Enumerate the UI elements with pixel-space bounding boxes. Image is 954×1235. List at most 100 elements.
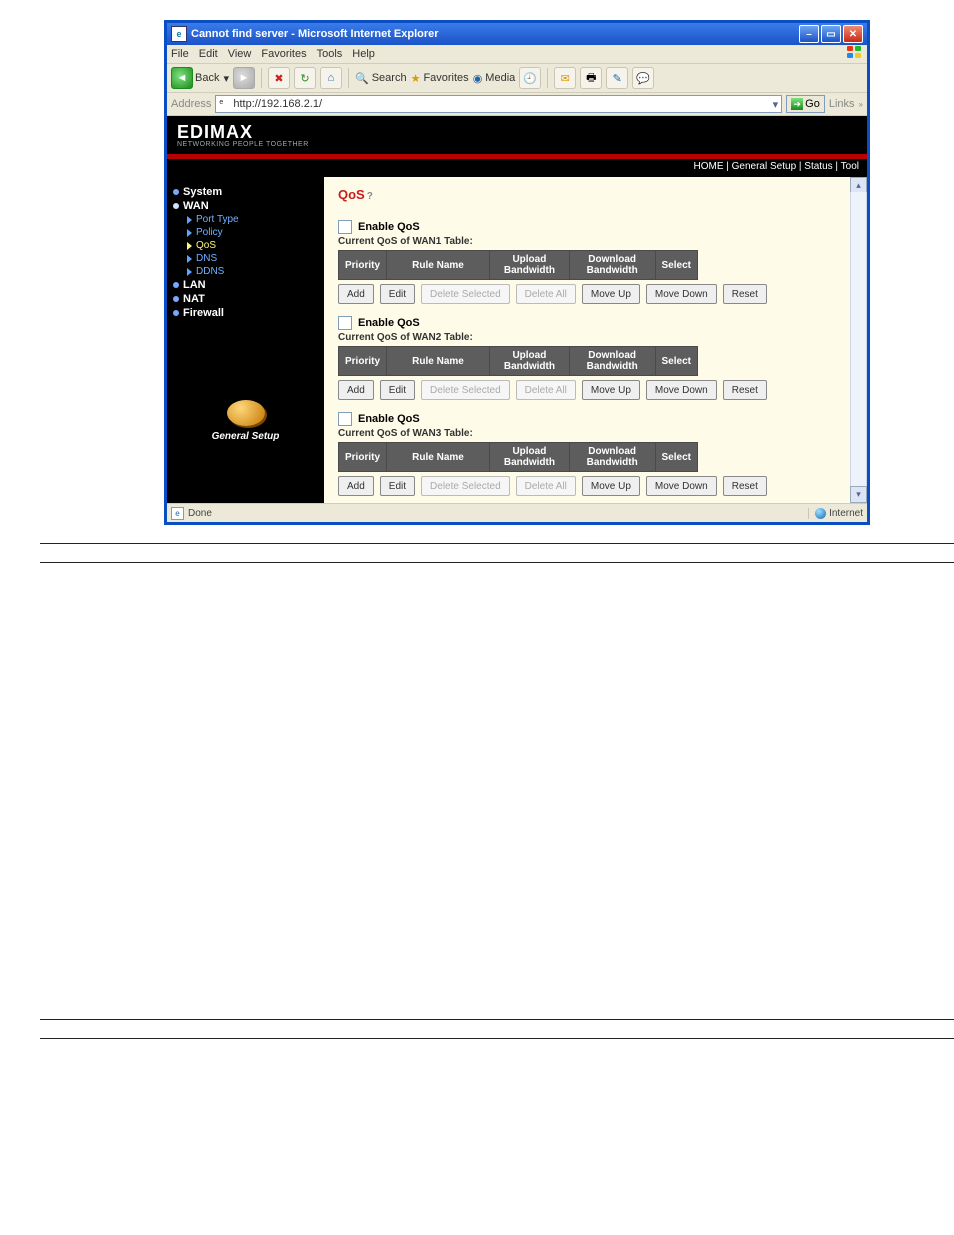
wan3-delete-all-button[interactable]: Delete All: [516, 476, 576, 496]
wan2-delete-all-button[interactable]: Delete All: [516, 380, 576, 400]
maximize-button[interactable]: ▭: [821, 25, 841, 43]
windows-flag-icon: [847, 46, 863, 60]
discuss-button[interactable]: 💬: [632, 67, 654, 89]
nav-home[interactable]: HOME: [693, 161, 723, 172]
nav-general-setup[interactable]: General Setup: [732, 161, 797, 172]
coins-icon: [227, 400, 265, 426]
wan3-move-up-button[interactable]: Move Up: [582, 476, 640, 496]
back-label: Back: [195, 72, 219, 84]
scrollbar[interactable]: [850, 192, 867, 488]
go-button[interactable]: ➔Go: [786, 95, 825, 113]
enable-qos-wan2-checkbox[interactable]: [338, 316, 352, 330]
wan2-table-caption: Current QoS of WAN2 Table:: [338, 332, 853, 343]
media-button[interactable]: ◉Media: [473, 72, 516, 85]
history-button[interactable]: 🕘: [519, 67, 541, 89]
status-text: Done: [188, 508, 212, 519]
window-title: Cannot find server - Microsoft Internet …: [191, 28, 439, 40]
sidebar-item-wan[interactable]: WAN: [173, 199, 318, 213]
enable-qos-wan2-label: Enable QoS: [358, 317, 420, 329]
mail-button[interactable]: ✉: [554, 67, 576, 89]
menu-help[interactable]: Help: [352, 48, 375, 60]
sidebar-item-qos[interactable]: QoS: [173, 239, 318, 252]
sidebar-item-lan[interactable]: LAN: [173, 278, 318, 292]
sidebar-item-nat[interactable]: NAT: [173, 292, 318, 306]
wan1-delete-all-button[interactable]: Delete All: [516, 284, 576, 304]
sidebar-item-dns[interactable]: DNS: [173, 252, 318, 265]
col-rule: Rule Name: [387, 251, 490, 280]
sidebar-item-firewall[interactable]: Firewall: [173, 306, 318, 320]
addressbar: Address e http://192.168.2.1/ ▾ ➔Go Link…: [167, 93, 867, 116]
col-download: Download Bandwidth: [569, 251, 655, 280]
wan2-delete-selected-button[interactable]: Delete Selected: [421, 380, 510, 400]
close-button[interactable]: ✕: [843, 25, 863, 43]
sidebar-item-ddns[interactable]: DDNS: [173, 265, 318, 278]
sidebar-item-policy[interactable]: Policy: [173, 226, 318, 239]
menu-file[interactable]: File: [171, 48, 189, 60]
wan3-move-down-button[interactable]: Move Down: [646, 476, 717, 496]
wan2-move-down-button[interactable]: Move Down: [646, 380, 717, 400]
scroll-down-button[interactable]: ▾: [850, 486, 867, 503]
divider: [40, 562, 954, 563]
search-button[interactable]: 🔍Search: [355, 72, 407, 85]
brand-name: EDIMAX: [177, 122, 309, 143]
wan3-reset-button[interactable]: Reset: [723, 476, 767, 496]
sidebar-item-port-type[interactable]: Port Type: [173, 213, 318, 226]
print-button[interactable]: 🖶: [580, 67, 602, 89]
sidebar-caption: General Setup: [173, 431, 318, 442]
wan3-add-button[interactable]: Add: [338, 476, 374, 496]
refresh-button[interactable]: ↻: [294, 67, 316, 89]
ie-window: e Cannot find server - Microsoft Interne…: [164, 20, 870, 525]
wan3-table: Priority Rule Name Upload Bandwidth Down…: [338, 442, 698, 472]
enable-qos-wan1-label: Enable QoS: [358, 221, 420, 233]
divider: [40, 1019, 954, 1020]
qos-wan1-section: Enable QoS Current QoS of WAN1 Table: Pr…: [338, 220, 853, 304]
brand-header: EDIMAX NETWORKING PEOPLE TOGETHER: [167, 116, 867, 154]
back-button[interactable]: ◄: [171, 67, 193, 89]
wan3-delete-selected-button[interactable]: Delete Selected: [421, 476, 510, 496]
ie-icon: e: [171, 26, 187, 42]
wan2-reset-button[interactable]: Reset: [723, 380, 767, 400]
nav-tool[interactable]: Tool: [841, 161, 859, 172]
favorites-button[interactable]: ★Favorites: [411, 72, 469, 85]
links-label[interactable]: Links: [829, 98, 855, 110]
wan2-edit-button[interactable]: Edit: [380, 380, 415, 400]
page-title: QoS?: [338, 187, 853, 202]
main-panel: ▴ ▾ QoS? Enable QoS Current QoS of WAN1 …: [324, 177, 867, 503]
page-content: EDIMAX NETWORKING PEOPLE TOGETHER HOME |…: [167, 116, 867, 503]
wan3-edit-button[interactable]: Edit: [380, 476, 415, 496]
brand-tagline: NETWORKING PEOPLE TOGETHER: [177, 141, 309, 148]
menu-favorites[interactable]: Favorites: [261, 48, 306, 60]
wan1-table-caption: Current QoS of WAN1 Table:: [338, 236, 853, 247]
qos-wan3-section: Enable QoS Current QoS of WAN3 Table: Pr…: [338, 412, 853, 496]
wan1-move-up-button[interactable]: Move Up: [582, 284, 640, 304]
internet-zone-icon: [815, 508, 826, 519]
wan2-add-button[interactable]: Add: [338, 380, 374, 400]
wan2-move-up-button[interactable]: Move Up: [582, 380, 640, 400]
sidebar-item-system[interactable]: System: [173, 185, 318, 199]
enable-qos-wan1-checkbox[interactable]: [338, 220, 352, 234]
nav-status[interactable]: Status: [804, 161, 832, 172]
stop-button[interactable]: ✖: [268, 67, 290, 89]
menu-view[interactable]: View: [228, 48, 252, 60]
wan1-table: Priority Rule Name Upload Bandwidth Down…: [338, 250, 698, 280]
wan1-edit-button[interactable]: Edit: [380, 284, 415, 304]
enable-qos-wan3-label: Enable QoS: [358, 413, 420, 425]
enable-qos-wan3-checkbox[interactable]: [338, 412, 352, 426]
wan1-delete-selected-button[interactable]: Delete Selected: [421, 284, 510, 304]
minimize-button[interactable]: –: [799, 25, 819, 43]
help-icon[interactable]: ?: [367, 191, 373, 202]
statusbar: e Done Internet: [167, 503, 867, 522]
wan1-move-down-button[interactable]: Move Down: [646, 284, 717, 304]
wan3-table-caption: Current QoS of WAN3 Table:: [338, 428, 853, 439]
address-input[interactable]: e http://192.168.2.1/ ▾: [215, 95, 782, 113]
wan1-add-button[interactable]: Add: [338, 284, 374, 304]
menu-tools[interactable]: Tools: [317, 48, 343, 60]
address-url: http://192.168.2.1/: [233, 98, 322, 110]
edit-button[interactable]: ✎: [606, 67, 628, 89]
menu-edit[interactable]: Edit: [199, 48, 218, 60]
home-button[interactable]: ⌂: [320, 67, 342, 89]
wan1-reset-button[interactable]: Reset: [723, 284, 767, 304]
forward-button[interactable]: ►: [233, 67, 255, 89]
toolbar: ◄ Back ▾ ► ✖ ↻ ⌂ 🔍Search ★Favorites ◉Med…: [167, 64, 867, 93]
top-nav: HOME | General Setup | Status | Tool: [167, 159, 867, 177]
